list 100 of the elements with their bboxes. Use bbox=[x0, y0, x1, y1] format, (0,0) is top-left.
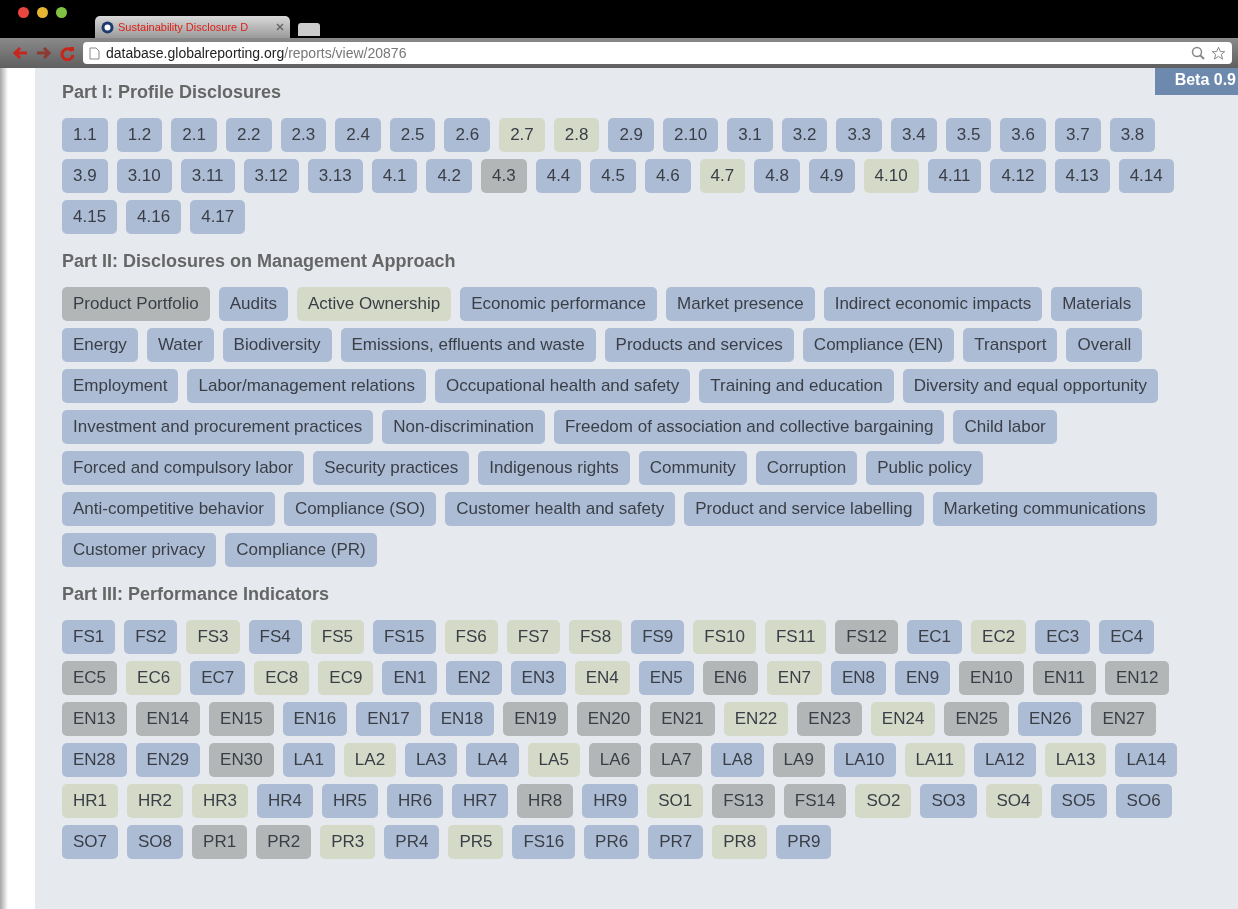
forward-icon[interactable] bbox=[36, 46, 52, 60]
indicator-tag[interactable]: 3.2 bbox=[781, 118, 828, 152]
indicator-tag[interactable]: 4.12 bbox=[990, 159, 1046, 193]
indicator-tag[interactable]: HR6 bbox=[387, 784, 444, 818]
indicator-tag[interactable]: EN9 bbox=[895, 661, 951, 695]
indicator-tag[interactable]: 2.4 bbox=[335, 118, 381, 152]
indicator-tag[interactable]: FS1 bbox=[62, 620, 116, 654]
indicator-tag[interactable]: 4.6 bbox=[644, 159, 691, 193]
indicator-tag[interactable]: EN15 bbox=[209, 702, 274, 736]
indicator-tag[interactable]: SO1 bbox=[647, 784, 704, 818]
indicator-tag[interactable]: EN29 bbox=[135, 743, 201, 777]
indicator-tag[interactable]: 3.11 bbox=[180, 159, 235, 193]
indicator-tag[interactable]: HR5 bbox=[322, 784, 379, 818]
indicator-tag[interactable]: 4.3 bbox=[481, 159, 527, 193]
indicator-tag[interactable]: Non-discrimination bbox=[382, 410, 545, 444]
indicator-tag[interactable]: 3.4 bbox=[891, 118, 937, 152]
indicator-tag[interactable]: 2.5 bbox=[389, 118, 436, 152]
indicator-tag[interactable]: Compliance (PR) bbox=[225, 533, 377, 567]
indicator-tag[interactable]: 4.14 bbox=[1118, 159, 1174, 193]
indicator-tag[interactable]: 2.1 bbox=[171, 118, 217, 152]
indicator-tag[interactable]: EN16 bbox=[282, 702, 348, 736]
indicator-tag[interactable]: 3.7 bbox=[1055, 118, 1101, 152]
indicator-tag[interactable]: 4.11 bbox=[927, 159, 982, 193]
indicator-tag[interactable]: Marketing communications bbox=[932, 492, 1157, 526]
indicator-tag[interactable]: EN20 bbox=[576, 702, 642, 736]
indicator-tag[interactable]: Emissions, effluents and waste bbox=[340, 328, 596, 362]
indicator-tag[interactable]: SO6 bbox=[1115, 784, 1172, 818]
zoom-window-icon[interactable] bbox=[56, 6, 67, 18]
indicator-tag[interactable]: LA14 bbox=[1115, 743, 1178, 777]
indicator-tag[interactable]: SO4 bbox=[985, 784, 1042, 818]
indicator-tag[interactable]: Transport bbox=[963, 328, 1058, 362]
indicator-tag[interactable]: 4.9 bbox=[808, 159, 855, 193]
indicator-tag[interactable]: Indigenous rights bbox=[478, 451, 630, 485]
indicator-tag[interactable]: 4.5 bbox=[590, 159, 636, 193]
close-window-icon[interactable] bbox=[18, 6, 29, 18]
indicator-tag[interactable]: EN11 bbox=[1032, 661, 1096, 695]
indicator-tag[interactable]: 2.6 bbox=[444, 118, 491, 152]
indicator-tag[interactable]: 2.7 bbox=[499, 118, 545, 152]
indicator-tag[interactable]: 1.2 bbox=[116, 118, 163, 152]
indicator-tag[interactable]: FS11 bbox=[764, 620, 827, 654]
indicator-tag[interactable]: FS4 bbox=[248, 620, 302, 654]
indicator-tag[interactable]: LA10 bbox=[833, 743, 896, 777]
indicator-tag[interactable]: 4.13 bbox=[1054, 159, 1110, 193]
indicator-tag[interactable]: FS10 bbox=[693, 620, 756, 654]
indicator-tag[interactable]: 3.12 bbox=[243, 159, 299, 193]
indicator-tag[interactable]: EC3 bbox=[1035, 620, 1091, 654]
indicator-tag[interactable]: Occupational health and safety bbox=[434, 369, 691, 403]
indicator-tag[interactable]: 3.9 bbox=[62, 159, 108, 193]
indicator-tag[interactable]: SO7 bbox=[62, 825, 119, 859]
indicator-tag[interactable]: EN19 bbox=[503, 702, 568, 736]
indicator-tag[interactable]: Overall bbox=[1066, 328, 1143, 362]
indicator-tag[interactable]: Economic performance bbox=[460, 287, 658, 321]
indicator-tag[interactable]: SO2 bbox=[855, 784, 912, 818]
indicator-tag[interactable]: SO8 bbox=[127, 825, 184, 859]
indicator-tag[interactable]: EN26 bbox=[1017, 702, 1083, 736]
indicator-tag[interactable]: 3.13 bbox=[307, 159, 363, 193]
indicator-tag[interactable]: Products and services bbox=[604, 328, 794, 362]
indicator-tag[interactable]: 3.3 bbox=[836, 118, 883, 152]
indicator-tag[interactable]: HR1 bbox=[62, 784, 118, 818]
indicator-tag[interactable]: Freedom of association and collective bargaining bbox=[553, 410, 945, 444]
indicator-tag[interactable]: HR9 bbox=[582, 784, 639, 818]
indicator-tag[interactable]: Biodiversity bbox=[222, 328, 332, 362]
indicator-tag[interactable]: SO5 bbox=[1050, 784, 1107, 818]
indicator-tag[interactable]: 4.15 bbox=[62, 200, 118, 234]
indicator-tag[interactable]: EC7 bbox=[190, 661, 246, 695]
indicator-tag[interactable]: FS12 bbox=[835, 620, 898, 654]
indicator-tag[interactable]: PR5 bbox=[448, 825, 504, 859]
indicator-tag[interactable]: Water bbox=[146, 328, 214, 362]
indicator-tag[interactable]: HR8 bbox=[517, 784, 574, 818]
indicator-tag[interactable]: Materials bbox=[1051, 287, 1143, 321]
indicator-tag[interactable]: Product and service labelling bbox=[684, 492, 924, 526]
indicator-tag[interactable]: 4.16 bbox=[126, 200, 182, 234]
indicator-tag[interactable]: EC6 bbox=[126, 661, 182, 695]
minimize-window-icon[interactable] bbox=[37, 6, 48, 18]
indicator-tag[interactable]: 2.3 bbox=[280, 118, 327, 152]
indicator-tag[interactable]: EN14 bbox=[135, 702, 201, 736]
indicator-tag[interactable]: Indirect economic impacts bbox=[823, 287, 1043, 321]
indicator-tag[interactable]: EN25 bbox=[944, 702, 1009, 736]
indicator-tag[interactable]: Compliance (EN) bbox=[802, 328, 955, 362]
indicator-tag[interactable]: PR9 bbox=[776, 825, 832, 859]
indicator-tag[interactable]: EN6 bbox=[702, 661, 758, 695]
indicator-tag[interactable]: FS6 bbox=[444, 620, 498, 654]
indicator-tag[interactable]: 4.7 bbox=[699, 159, 746, 193]
indicator-tag[interactable]: 2.2 bbox=[225, 118, 272, 152]
indicator-tag[interactable]: PR1 bbox=[192, 825, 248, 859]
star-icon[interactable] bbox=[1211, 45, 1226, 61]
indicator-tag[interactable]: Training and education bbox=[699, 369, 894, 403]
indicator-tag[interactable]: Compliance (SO) bbox=[283, 492, 437, 526]
indicator-tag[interactable]: Energy bbox=[62, 328, 138, 362]
indicator-tag[interactable]: FS5 bbox=[310, 620, 364, 654]
indicator-tag[interactable]: EN8 bbox=[830, 661, 886, 695]
indicator-tag[interactable]: EC8 bbox=[254, 661, 310, 695]
indicator-tag[interactable]: Employment bbox=[62, 369, 179, 403]
indicator-tag[interactable]: Forced and compulsory labor bbox=[62, 451, 305, 485]
indicator-tag[interactable]: 3.5 bbox=[945, 118, 992, 152]
indicator-tag[interactable]: HR7 bbox=[452, 784, 509, 818]
indicator-tag[interactable]: Anti-competitive behavior bbox=[62, 492, 275, 526]
indicator-tag[interactable]: FS9 bbox=[631, 620, 685, 654]
indicator-tag[interactable]: EC5 bbox=[62, 661, 118, 695]
indicator-tag[interactable]: 4.1 bbox=[371, 159, 418, 193]
